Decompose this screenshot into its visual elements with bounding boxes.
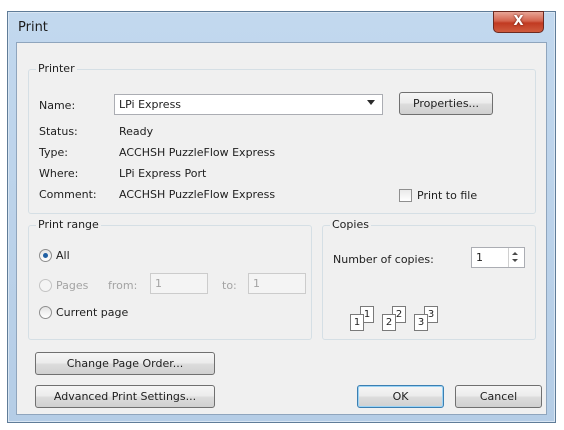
window-title: Print bbox=[18, 20, 48, 35]
collate-page-3-front: 3 bbox=[414, 314, 428, 331]
current-page-label[interactable]: Current page bbox=[56, 306, 128, 319]
print-to-file-checkbox[interactable] bbox=[399, 189, 412, 202]
dropdown-arrow-icon bbox=[367, 100, 375, 105]
advanced-print-settings-button[interactable]: Advanced Print Settings... bbox=[35, 385, 215, 408]
where-value: LPi Express Port bbox=[119, 167, 207, 180]
pages-radio[interactable] bbox=[39, 279, 52, 292]
pages-label[interactable]: Pages bbox=[56, 279, 88, 292]
copies-label: Copies bbox=[330, 218, 371, 231]
cancel-button[interactable]: Cancel bbox=[455, 385, 542, 408]
current-page-radio[interactable] bbox=[39, 306, 52, 319]
change-page-order-button[interactable]: Change Page Order... bbox=[35, 352, 215, 375]
status-value: Ready bbox=[119, 125, 154, 138]
number-of-copies-input[interactable]: 1 bbox=[471, 247, 525, 268]
all-radio[interactable] bbox=[39, 249, 52, 262]
ok-button[interactable]: OK bbox=[357, 385, 444, 408]
number-of-copies-value: 1 bbox=[476, 251, 483, 264]
print-range-label: Print range bbox=[36, 218, 101, 231]
type-label: Type: bbox=[39, 146, 68, 159]
close-icon: X bbox=[513, 14, 524, 29]
close-button[interactable]: X bbox=[493, 11, 544, 33]
collate-page-1-front: 1 bbox=[350, 314, 364, 331]
all-label[interactable]: All bbox=[56, 249, 70, 262]
from-label: from: bbox=[108, 279, 138, 292]
type-value: ACCHSH PuzzleFlow Express bbox=[119, 146, 276, 159]
dialog-body: Printer Name: LPi Express Properties... … bbox=[16, 42, 547, 415]
printer-group-label: Printer bbox=[36, 62, 77, 75]
to-input[interactable]: 1 bbox=[248, 273, 306, 294]
comment-value: ACCHSH PuzzleFlow Express bbox=[119, 188, 276, 201]
printer-name-value: LPi Express bbox=[119, 98, 182, 111]
collate-page-2-front: 2 bbox=[382, 314, 396, 331]
comment-label: Comment: bbox=[39, 188, 97, 201]
printer-name-select[interactable]: LPi Express bbox=[114, 94, 383, 115]
print-dialog-window: Print X Printer Name: LPi Express Proper… bbox=[7, 11, 556, 423]
status-label: Status: bbox=[39, 125, 78, 138]
print-to-file-label[interactable]: Print to file bbox=[417, 189, 477, 202]
spinner-up-icon[interactable] bbox=[512, 252, 518, 255]
to-label: to: bbox=[222, 279, 237, 292]
spinner-down-icon[interactable] bbox=[512, 259, 518, 262]
title-bar[interactable]: Print X bbox=[8, 11, 555, 42]
where-label: Where: bbox=[39, 167, 79, 180]
from-input[interactable]: 1 bbox=[150, 273, 208, 294]
number-of-copies-label: Number of copies: bbox=[333, 253, 434, 266]
properties-button[interactable]: Properties... bbox=[399, 92, 493, 115]
copies-spinner[interactable] bbox=[508, 248, 523, 267]
name-label: Name: bbox=[39, 99, 76, 112]
